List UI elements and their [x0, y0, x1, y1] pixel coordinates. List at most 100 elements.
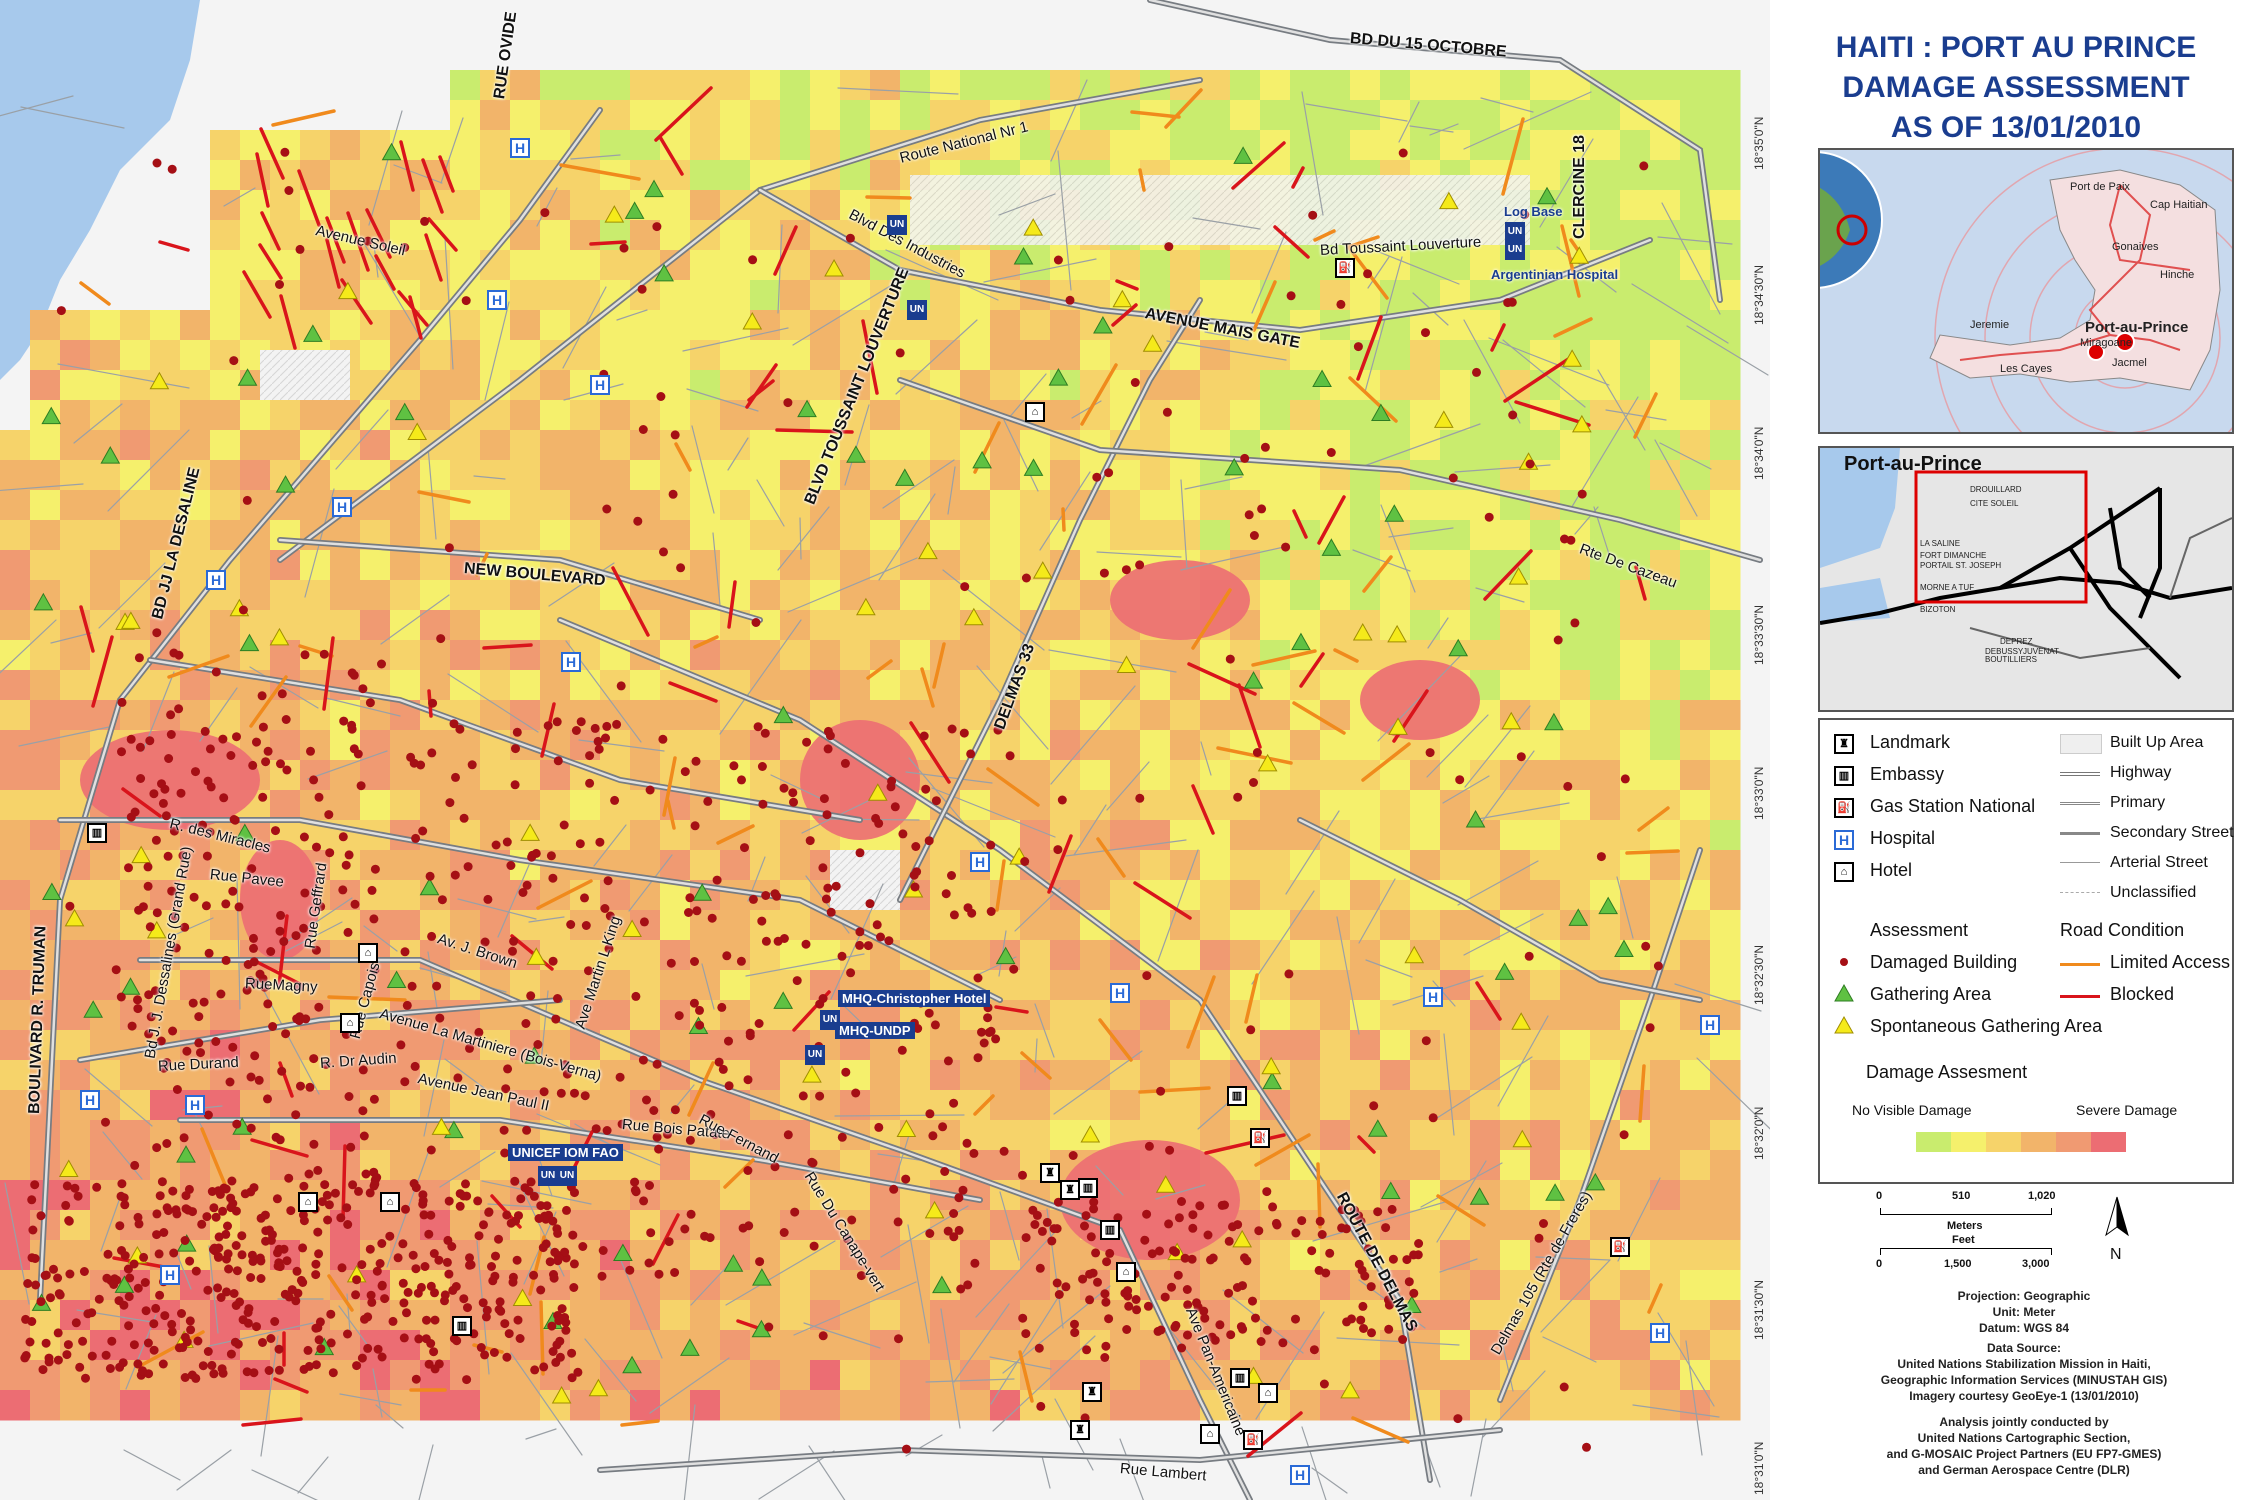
damaged-building-marker[interactable]	[639, 917, 649, 927]
damaged-building-marker[interactable]	[300, 650, 310, 660]
damaged-building-marker[interactable]	[575, 839, 585, 849]
damaged-building-marker[interactable]	[1135, 560, 1145, 570]
damaged-building-marker[interactable]	[1398, 148, 1408, 158]
damaged-building-marker[interactable]	[461, 296, 471, 306]
un-icon[interactable]: UN	[557, 1166, 577, 1186]
damaged-building-marker[interactable]	[258, 722, 268, 732]
damaged-building-marker[interactable]	[223, 1249, 233, 1259]
damaged-building-marker[interactable]	[272, 1194, 282, 1204]
inset-map[interactable]: Port-au-Prince DROUILLARD CITE SOLEIL LA…	[1818, 446, 2234, 712]
damaged-building-marker[interactable]	[268, 1022, 278, 1031]
damaged-building-marker[interactable]	[527, 850, 537, 860]
damaged-building-marker[interactable]	[44, 1357, 54, 1367]
damaged-building-marker[interactable]	[281, 1029, 291, 1039]
damaged-building-marker[interactable]	[352, 1361, 362, 1371]
damaged-building-marker[interactable]	[444, 1196, 454, 1206]
damaged-building-marker[interactable]	[474, 1231, 484, 1241]
damaged-building-marker[interactable]	[429, 1249, 439, 1258]
hotel-icon[interactable]: ⌂	[340, 1013, 360, 1033]
damaged-building-marker[interactable]	[309, 1054, 319, 1064]
damaged-building-marker[interactable]	[548, 1216, 558, 1226]
damaged-building-marker[interactable]	[503, 1064, 513, 1074]
damaged-building-marker[interactable]	[461, 1179, 470, 1189]
damaged-building-marker[interactable]	[753, 722, 763, 732]
damaged-building-marker[interactable]	[689, 998, 699, 1008]
damaged-building-marker[interactable]	[249, 933, 258, 943]
damaged-building-marker[interactable]	[479, 1220, 488, 1230]
damaged-building-marker[interactable]	[553, 1256, 563, 1266]
damaged-building-marker[interactable]	[1254, 1226, 1264, 1236]
damaged-building-marker[interactable]	[402, 1000, 412, 1010]
damaged-building-marker[interactable]	[277, 1066, 287, 1076]
damaged-building-marker[interactable]	[1124, 1301, 1134, 1311]
damaged-building-marker[interactable]	[305, 1082, 315, 1092]
damaged-building-marker[interactable]	[761, 936, 771, 946]
damaged-building-marker[interactable]	[232, 732, 241, 742]
damaged-building-marker[interactable]	[388, 1316, 398, 1326]
damaged-building-marker[interactable]	[1052, 1278, 1062, 1288]
damaged-building-marker[interactable]	[124, 863, 133, 873]
damaged-building-marker[interactable]	[1309, 1345, 1319, 1355]
damaged-building-marker[interactable]	[557, 1304, 567, 1314]
damaged-building-marker[interactable]	[313, 1165, 323, 1175]
damaged-building-marker[interactable]	[284, 1173, 294, 1183]
damaged-building-marker[interactable]	[164, 754, 174, 763]
damaged-building-marker[interactable]	[224, 1264, 234, 1274]
damaged-building-marker[interactable]	[1140, 1235, 1150, 1245]
damaged-building-marker[interactable]	[1180, 1253, 1190, 1263]
damaged-building-marker[interactable]	[1104, 1314, 1114, 1324]
damaged-building-marker[interactable]	[31, 1280, 41, 1290]
damaged-building-marker[interactable]	[670, 1105, 680, 1115]
damaged-building-marker[interactable]	[157, 1177, 167, 1187]
hospital-icon[interactable]: H	[1290, 1465, 1310, 1485]
damaged-building-marker[interactable]	[1271, 1218, 1281, 1228]
damaged-building-marker[interactable]	[724, 1081, 734, 1091]
damaged-building-marker[interactable]	[341, 860, 351, 870]
damaged-building-marker[interactable]	[440, 1296, 449, 1306]
damaged-building-marker[interactable]	[117, 1179, 127, 1189]
damaged-building-marker[interactable]	[553, 756, 563, 766]
damaged-building-marker[interactable]	[1101, 1297, 1111, 1307]
hotel-icon[interactable]: ⌂	[380, 1192, 400, 1212]
damaged-building-marker[interactable]	[184, 1184, 194, 1194]
damaged-building-marker[interactable]	[343, 1220, 353, 1229]
damaged-building-marker[interactable]	[562, 1205, 571, 1215]
damaged-building-marker[interactable]	[1122, 1325, 1132, 1334]
damaged-building-marker[interactable]	[491, 840, 501, 850]
damaged-building-marker[interactable]	[157, 779, 166, 789]
damaged-building-marker[interactable]	[430, 1315, 440, 1325]
damaged-building-marker[interactable]	[238, 605, 248, 615]
damaged-building-marker[interactable]	[1132, 1305, 1142, 1315]
damaged-building-marker[interactable]	[185, 1256, 195, 1266]
landmark-icon[interactable]: ♜	[1060, 1180, 1080, 1200]
damaged-building-marker[interactable]	[1453, 1414, 1463, 1424]
damaged-building-marker[interactable]	[311, 1360, 321, 1370]
damaged-building-marker[interactable]	[181, 1204, 191, 1214]
damaged-building-marker[interactable]	[840, 758, 850, 768]
damaged-building-marker[interactable]	[258, 1338, 267, 1347]
damaged-building-marker[interactable]	[358, 1106, 368, 1116]
damaged-building-marker[interactable]	[1030, 1220, 1040, 1229]
damaged-building-marker[interactable]	[377, 659, 386, 669]
damaged-building-marker[interactable]	[1359, 1324, 1368, 1333]
damaged-building-marker[interactable]	[23, 1279, 33, 1288]
damaged-building-marker[interactable]	[495, 1297, 505, 1307]
damaged-building-marker[interactable]	[252, 737, 261, 747]
damaged-building-marker[interactable]	[925, 1229, 935, 1238]
damaged-building-marker[interactable]	[509, 936, 519, 946]
damaged-building-marker[interactable]	[36, 1211, 46, 1221]
damaged-building-marker[interactable]	[1539, 1219, 1548, 1228]
damaged-building-marker[interactable]	[242, 1367, 252, 1377]
damaged-building-marker[interactable]	[179, 1133, 189, 1143]
damaged-building-marker[interactable]	[372, 1266, 382, 1276]
damaged-building-marker[interactable]	[46, 1293, 55, 1303]
damaged-building-marker[interactable]	[309, 775, 319, 785]
damaged-building-marker[interactable]	[1086, 1232, 1096, 1242]
damaged-building-marker[interactable]	[585, 751, 595, 761]
damaged-building-marker[interactable]	[625, 1265, 635, 1275]
damaged-building-marker[interactable]	[115, 1221, 125, 1231]
damaged-building-marker[interactable]	[311, 1259, 321, 1269]
damaged-building-marker[interactable]	[1619, 1130, 1629, 1140]
damaged-building-marker[interactable]	[680, 767, 690, 777]
embassy-icon[interactable]: ▥	[1100, 1220, 1120, 1240]
